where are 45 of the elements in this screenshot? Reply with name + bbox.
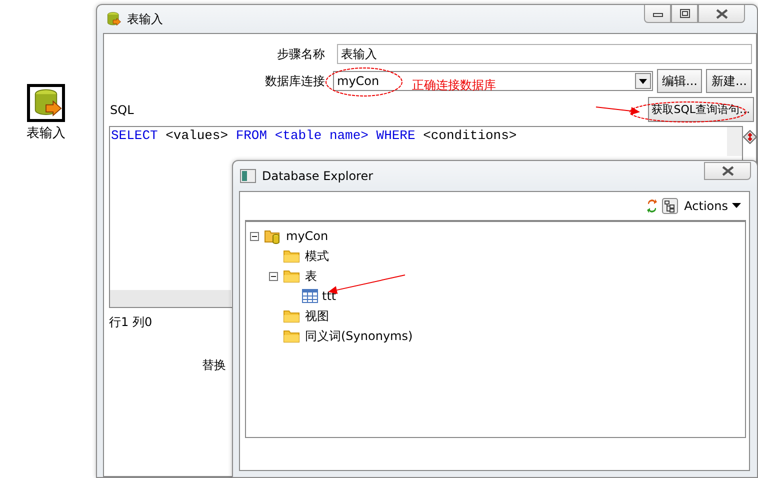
close-icon (716, 8, 728, 18)
actions-menu[interactable]: Actions (682, 199, 743, 213)
close-icon (722, 166, 734, 176)
section-label: SQL (110, 102, 134, 116)
folder-icon (283, 249, 301, 263)
collapse-icon[interactable] (250, 232, 259, 240)
field-label: 步骤名称 (276, 46, 325, 62)
maximize-button[interactable] (671, 5, 698, 23)
dialog-button[interactable]: 新建... (706, 69, 752, 93)
folder-icon (283, 269, 301, 283)
folder-icon (283, 329, 301, 343)
get-sql-button[interactable]: 获取SQL查询语句... (648, 97, 754, 122)
tree-item[interactable]: 模式 (304, 248, 330, 264)
annotation-arrow (596, 106, 640, 115)
tree-item[interactable]: ttt (321, 289, 338, 303)
window-icon (240, 169, 256, 183)
icon-label: 表输入 (26, 125, 66, 142)
restore-icon (680, 9, 690, 18)
code-line: SELECT <values> FROM <table name> WHERE <conditions> (110, 127, 517, 143)
tree-view-icon (662, 198, 678, 214)
caret-icon (732, 203, 741, 209)
scrollbar[interactable] (727, 127, 742, 156)
cursor-position: 行1 列0 (109, 314, 152, 331)
tree-item[interactable]: 同义词(Synonyms) (304, 328, 414, 344)
tree-item[interactable]: 表 (304, 268, 318, 284)
close-button[interactable] (704, 162, 751, 180)
scrollbar[interactable] (110, 290, 231, 307)
dialog-button[interactable]: 编辑... (657, 69, 702, 93)
field-label: 数据库连接 (264, 72, 325, 90)
tree-item[interactable]: myCon (285, 229, 330, 243)
collapse-icon[interactable] (269, 272, 278, 280)
refresh-icon (646, 198, 658, 214)
folder-icon (283, 309, 301, 323)
window-title: 表输入 (127, 10, 163, 28)
window-title: Database Explorer (262, 169, 374, 183)
minimize-button[interactable] (644, 5, 671, 23)
tree-item[interactable]: 视图 (304, 308, 330, 324)
field-label: 替换 (202, 357, 226, 374)
annotation-note: 正确连接数据库 (412, 77, 496, 94)
database-input-icon[interactable] (27, 84, 65, 122)
database-input-icon (105, 11, 121, 27)
table-icon (302, 289, 318, 303)
input-field[interactable]: 表输入 (337, 44, 752, 64)
close-button[interactable] (698, 5, 745, 23)
database-folder-icon (264, 228, 282, 244)
